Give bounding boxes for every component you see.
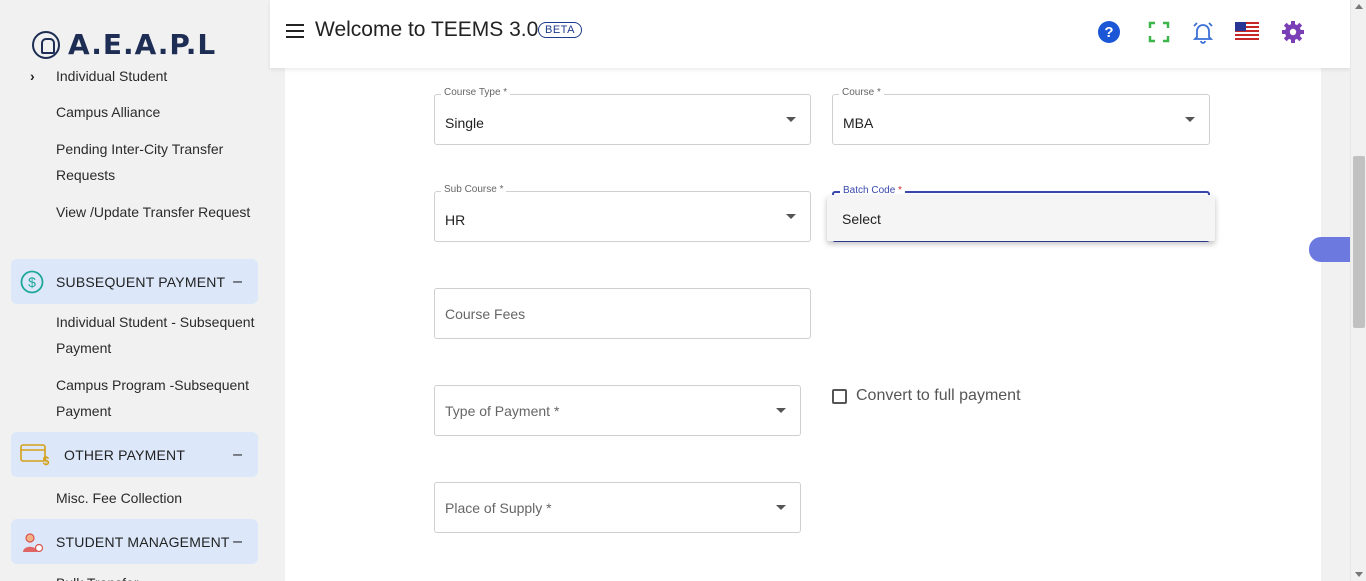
sidebar-group-subsequent-payment[interactable]: $ SUBSEQUENT PAYMENT –: [11, 259, 258, 304]
student-icon: [23, 532, 44, 552]
settings-gear-icon[interactable]: [1281, 20, 1305, 44]
sidebar-item-misc-fee[interactable]: Misc. Fee Collection: [56, 485, 256, 511]
svg-text:$: $: [43, 454, 50, 467]
full-payment-checkbox-row[interactable]: Convert to full payment: [832, 387, 1021, 405]
field-label: Course Type *: [441, 87, 511, 98]
scroll-up-icon[interactable]: [1355, 4, 1363, 9]
collapse-icon[interactable]: –: [233, 446, 242, 464]
group-label: STUDENT MANAGEMENT: [56, 533, 230, 550]
beta-badge: BETA: [538, 22, 582, 38]
group-label: OTHER PAYMENT: [64, 446, 186, 463]
svg-text:$: $: [28, 274, 36, 290]
batch-code-dropdown-menu: Select: [827, 195, 1215, 241]
sub-course-select[interactable]: Sub Course * HR: [434, 184, 811, 242]
svg-text:?: ?: [1104, 24, 1113, 41]
scrollbar-thumb[interactable]: [1353, 156, 1365, 328]
dropdown-arrow-icon: [786, 214, 796, 219]
field-placeholder: Place of Supply *: [445, 500, 552, 516]
card-dollar-icon: $: [20, 443, 50, 467]
help-icon[interactable]: ?: [1097, 20, 1121, 44]
chevron-right-icon[interactable]: ›: [30, 68, 35, 84]
field-value: HR: [445, 212, 466, 228]
group-label: SUBSEQUENT PAYMENT: [56, 273, 226, 290]
alarm-bell-icon[interactable]: [1191, 20, 1215, 44]
hamburger-icon[interactable]: [286, 24, 304, 38]
sidebar-item-campus-subsequent[interactable]: Campus Program -Subsequent Payment: [56, 372, 256, 424]
field-placeholder: Course Fees: [445, 306, 526, 322]
type-of-payment-select[interactable]: Type of Payment *: [434, 385, 801, 436]
sidebar-item-individual-subsequent[interactable]: Individual Student - Subsequent Payment: [56, 309, 256, 361]
checkbox-label: Convert to full payment: [856, 387, 1021, 404]
sidebar-item-individual-student[interactable]: Individual Student: [56, 63, 256, 89]
page-title: Welcome to TEEMS 3.0: [315, 18, 539, 41]
logo-text: A.E.A.P.L: [68, 28, 217, 61]
floating-side-tab[interactable]: [1309, 237, 1350, 262]
company-logo[interactable]: A.E.A.P.L: [32, 28, 216, 61]
scroll-down-icon[interactable]: [1355, 572, 1363, 577]
dollar-circle-icon: $: [20, 270, 44, 293]
logo-emblem-icon: [32, 30, 60, 59]
sidebar-item-update-transfer[interactable]: View /Update Transfer Request: [56, 199, 256, 225]
page-scrollbar[interactable]: [1350, 0, 1366, 581]
field-placeholder: Type of Payment *: [445, 403, 560, 419]
sidebar-group-other-payment[interactable]: $ OTHER PAYMENT –: [11, 432, 258, 477]
dropdown-arrow-icon: [776, 408, 786, 413]
course-select[interactable]: Course * MBA: [832, 87, 1210, 145]
top-header: Welcome to TEEMS 3.0 BETA ?: [270, 0, 1350, 68]
dropdown-arrow-icon: [776, 505, 786, 510]
collapse-icon[interactable]: –: [233, 273, 242, 291]
collapse-icon[interactable]: –: [233, 533, 242, 551]
sidebar-group-student-management[interactable]: STUDENT MANAGEMENT –: [11, 519, 258, 564]
place-of-supply-select[interactable]: Place of Supply *: [434, 482, 801, 533]
dropdown-option[interactable]: Select: [842, 211, 881, 227]
us-flag-icon[interactable]: [1235, 22, 1259, 40]
sidebar-item-bulk-transfer[interactable]: Bulk Transfer: [56, 570, 256, 581]
sidebar: A.E.A.P.L › Individual Student Campus Al…: [0, 0, 270, 581]
fullscreen-icon[interactable]: [1147, 20, 1171, 44]
sidebar-item-pending-transfer[interactable]: Pending Inter-City Transfer Requests: [56, 136, 256, 188]
course-type-select[interactable]: Course Type * Single: [434, 87, 811, 145]
field-value: Single: [445, 115, 484, 131]
full-payment-checkbox[interactable]: [832, 388, 847, 404]
field-value: MBA: [843, 115, 874, 131]
course-fees-input[interactable]: Course Fees: [434, 288, 811, 339]
dropdown-arrow-icon: [1185, 117, 1195, 122]
dropdown-arrow-icon: [786, 117, 796, 122]
field-label: Sub Course *: [441, 184, 507, 195]
sidebar-item-campus-alliance[interactable]: Campus Alliance: [56, 99, 256, 125]
field-label: Course *: [839, 87, 884, 98]
